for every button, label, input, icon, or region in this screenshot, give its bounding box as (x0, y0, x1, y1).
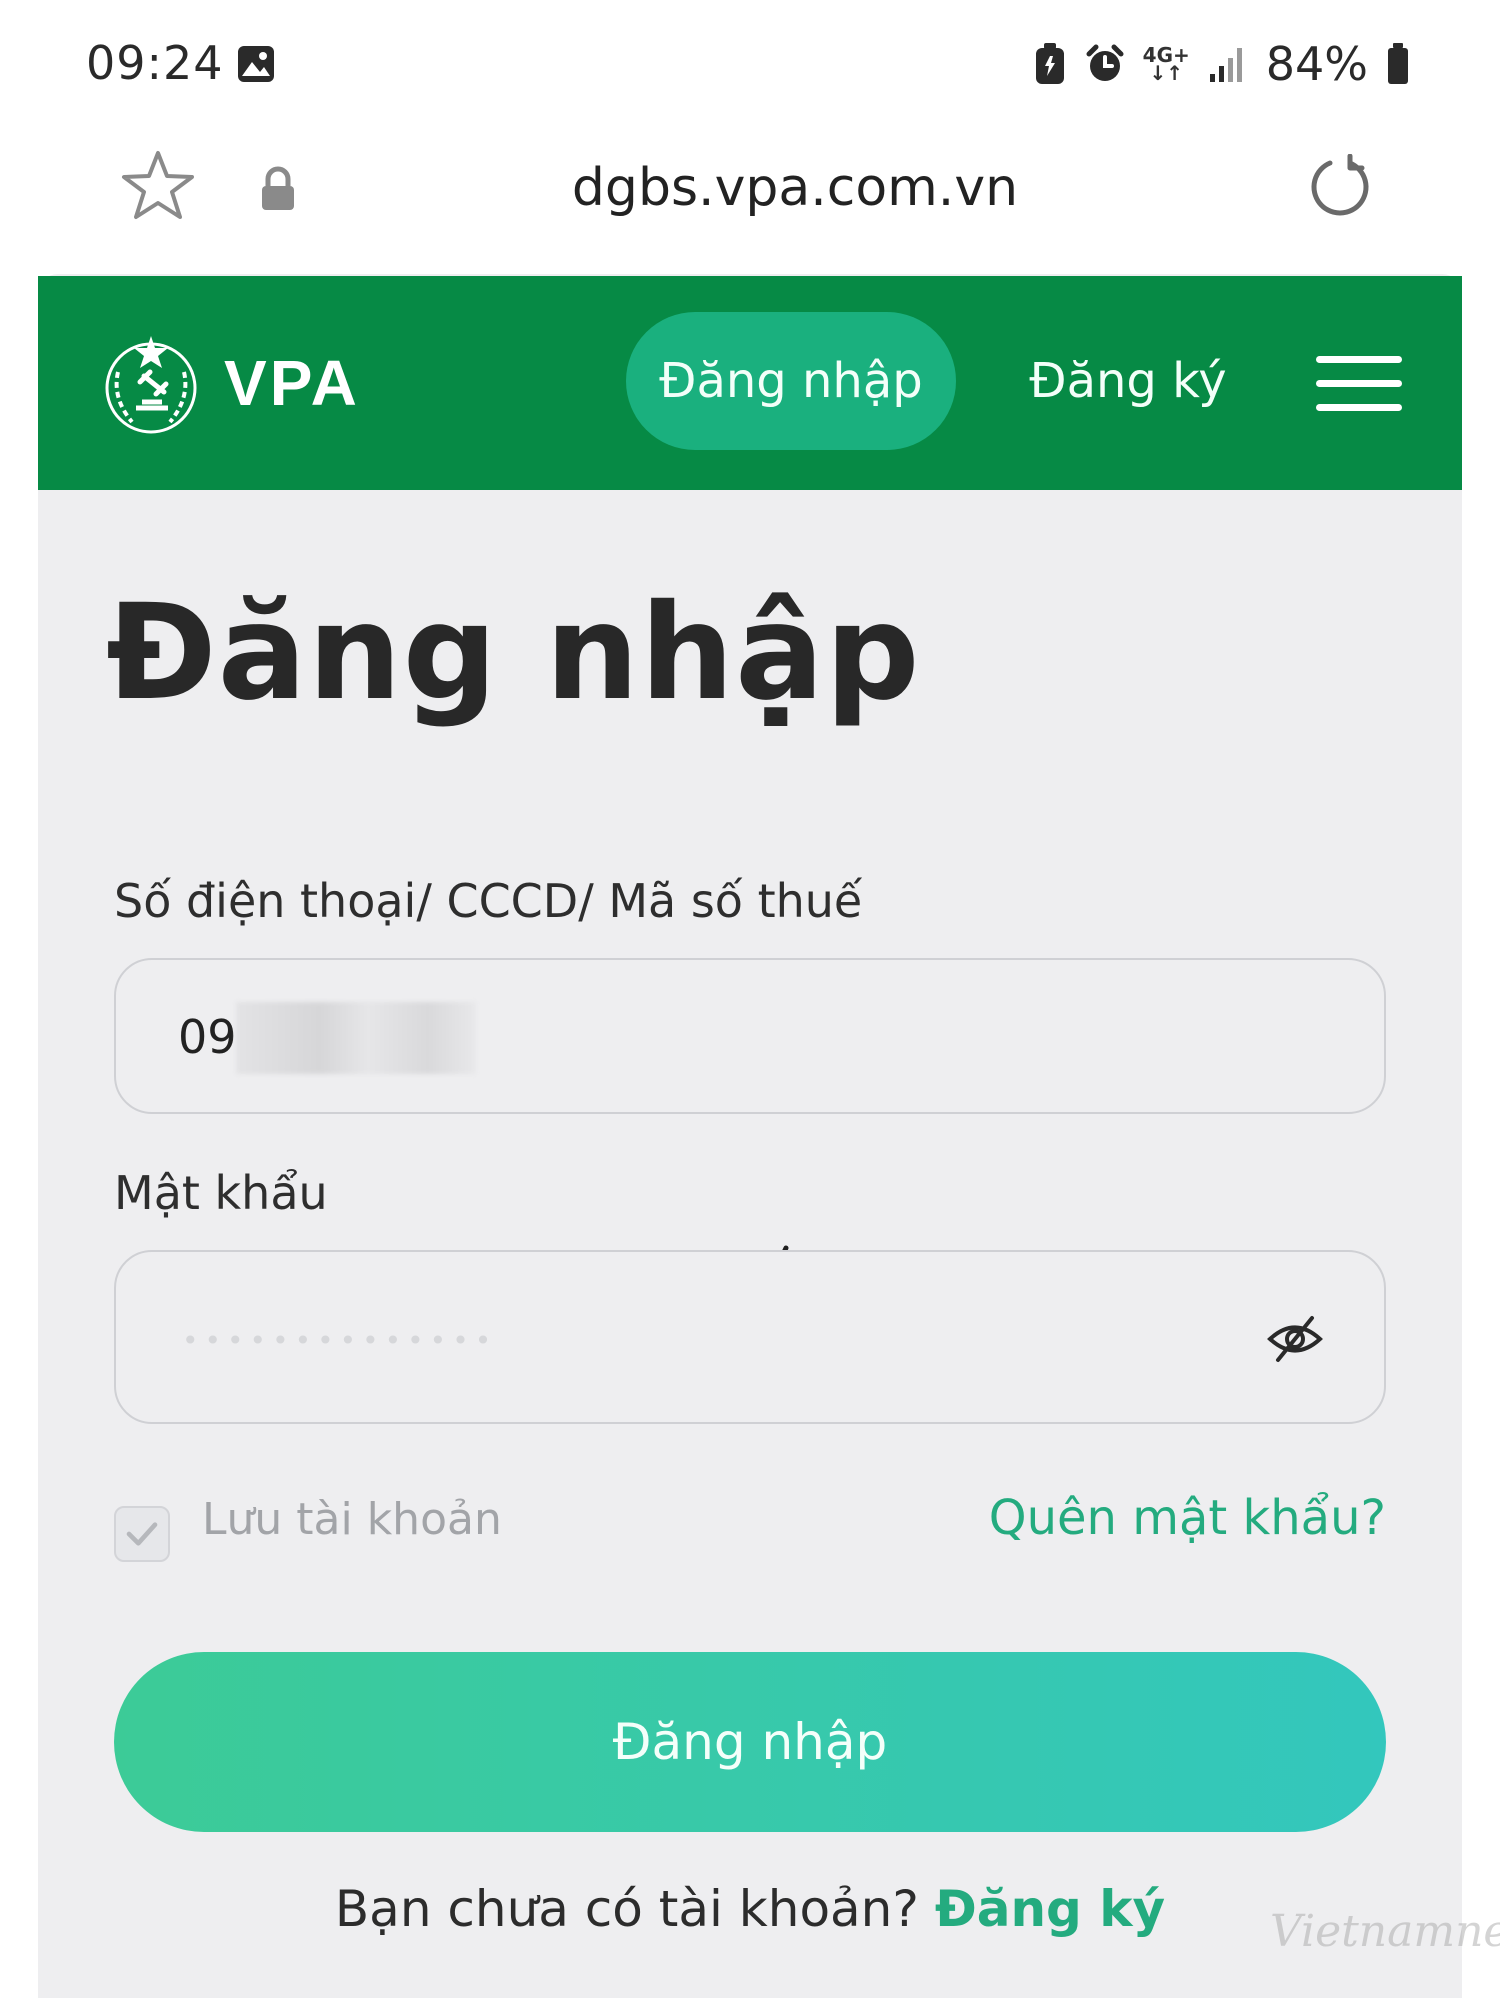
status-bar: 09:24 4G+ ↓↑ 84% (0, 0, 1500, 120)
brand-name[interactable]: VPA (224, 346, 360, 420)
vpa-emblem-icon[interactable] (98, 332, 204, 438)
nav-register-link[interactable]: Đăng ký (998, 312, 1258, 450)
check-icon (126, 1522, 158, 1546)
password-field-label: Mật khẩu (114, 1166, 328, 1220)
status-icons: 4G+ ↓↑ 84% (1033, 36, 1410, 92)
signup-link[interactable]: Đăng ký (935, 1880, 1165, 1938)
no-account-text: Bạn chưa có tài khoản? (334, 1880, 919, 1938)
hamburger-menu-icon[interactable] (1316, 354, 1402, 414)
site-header: VPA Đăng nhập Đăng ký (38, 276, 1462, 490)
status-time: 09:24 (86, 36, 224, 90)
forgot-password-link[interactable]: Quên mật khẩu? (989, 1490, 1386, 1546)
gallery-icon (238, 46, 274, 82)
redacted-digits (236, 1002, 476, 1074)
phone-input-value: 09 (178, 1010, 237, 1064)
nav-login-button[interactable]: Đăng nhập (626, 312, 956, 450)
signal-icon (1209, 48, 1242, 82)
battery-saver-icon (1035, 43, 1064, 84)
battery-icon (1388, 43, 1408, 84)
remember-checkbox[interactable] (114, 1506, 170, 1562)
phone-field-label: Số điện thoại/ CCCD/ Mã số thuế (114, 874, 863, 928)
page-title: Đăng nhập (106, 576, 921, 730)
password-input[interactable]: •••••••••••••• (114, 1250, 1386, 1424)
phone-input[interactable]: 09 (114, 958, 1386, 1114)
address-bar-url[interactable]: dgbs.vpa.com.vn (400, 158, 1190, 218)
star-icon[interactable] (120, 148, 196, 224)
reload-icon[interactable] (1306, 154, 1374, 222)
battery-percent: 84% (1265, 37, 1368, 91)
remember-label: Lưu tài khoản (202, 1494, 502, 1545)
lock-icon[interactable] (258, 166, 298, 212)
login-submit-button[interactable]: Đăng nhập (114, 1652, 1386, 1832)
password-mask: •••••••••••••• (182, 1324, 498, 1357)
eye-off-icon[interactable] (1266, 1310, 1324, 1368)
data-arrows-icon: ↓↑ (1149, 61, 1183, 85)
network-icon: 4G+ ↓↑ (1143, 45, 1190, 85)
alarm-icon (1086, 44, 1124, 81)
watermark: Vietnamnet (1270, 1906, 1500, 1957)
